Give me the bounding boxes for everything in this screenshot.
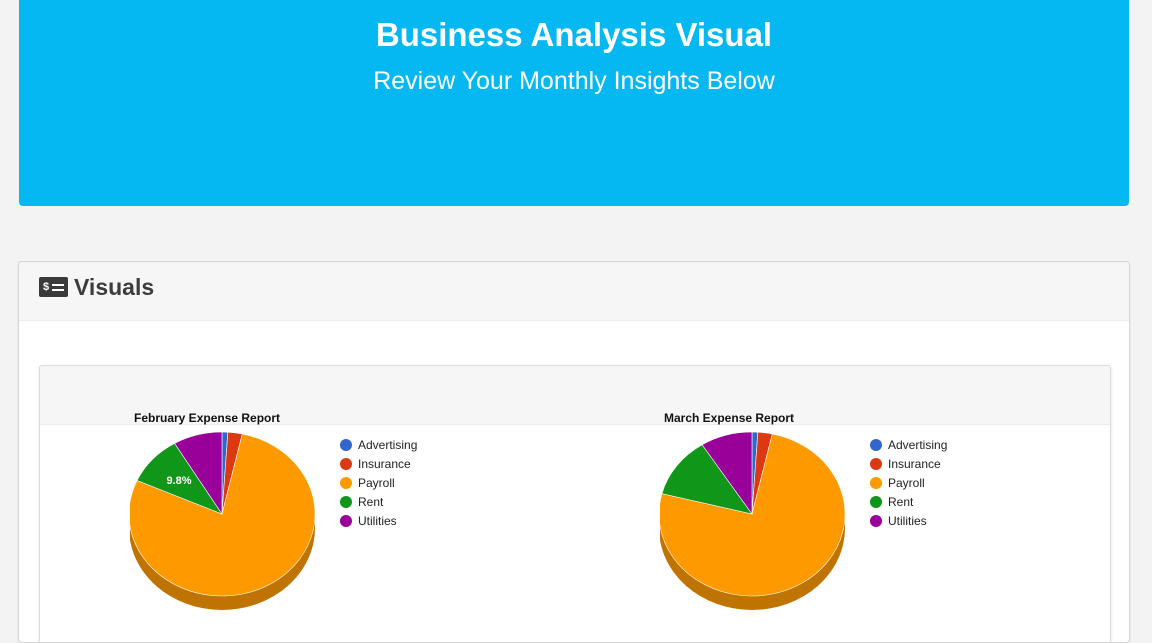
page-title: Business Analysis Visual	[375, 16, 773, 53]
legend-label-payroll: Payroll	[358, 476, 395, 490]
legend-swatch-utilities	[870, 515, 882, 527]
legend-label-utilities: Utilities	[888, 514, 927, 528]
slice-label: 9.8%	[166, 475, 191, 487]
legend-swatch-rent	[340, 496, 352, 508]
charts-card: February Expense Report 9.8% Advertising In…	[39, 365, 1111, 642]
legend-label-advertising: Advertising	[888, 438, 947, 452]
legend-swatch-utilities	[340, 515, 352, 527]
legend-label-utilities: Utilities	[358, 514, 397, 528]
legend-swatch-advertising	[870, 439, 882, 451]
page-header-banner: Business Analysis Visual Review Your Mon…	[19, 0, 1129, 206]
money-bill-icon: $	[39, 277, 68, 297]
page-subtitle: Review Your Monthly Insights Below	[373, 67, 775, 95]
legend-swatch-payroll	[870, 477, 882, 489]
chart-title: March Expense Report	[664, 411, 794, 425]
legend-label-rent: Rent	[358, 495, 384, 509]
visuals-panel-header: $ Visuals	[19, 262, 1129, 321]
legend-label-insurance: Insurance	[888, 457, 941, 471]
legend-label-rent: Rent	[888, 495, 914, 509]
legend-swatch-insurance	[870, 458, 882, 470]
legend-swatch-advertising	[340, 439, 352, 451]
legend-label-advertising: Advertising	[358, 438, 417, 452]
visuals-panel-title: Visuals	[74, 274, 155, 300]
chart-title: February Expense Report	[134, 411, 280, 425]
visuals-panel: $ Visuals February Expense Report 9.8% Adv…	[18, 261, 1130, 643]
legend-label-payroll: Payroll	[888, 476, 925, 490]
legend-swatch-insurance	[340, 458, 352, 470]
march-pie-chart: March Expense Report Advertising Insurance…	[660, 411, 947, 610]
legend-swatch-rent	[870, 496, 882, 508]
february-pie-chart: February Expense Report 9.8% Advertising In…	[130, 411, 417, 610]
legend-label-insurance: Insurance	[358, 457, 411, 471]
legend-swatch-payroll	[340, 477, 352, 489]
chart-legend: Advertising Insurance Payroll Rent Utilities	[870, 438, 947, 528]
chart-legend: Advertising Insurance Payroll Rent Utilities	[340, 438, 417, 528]
